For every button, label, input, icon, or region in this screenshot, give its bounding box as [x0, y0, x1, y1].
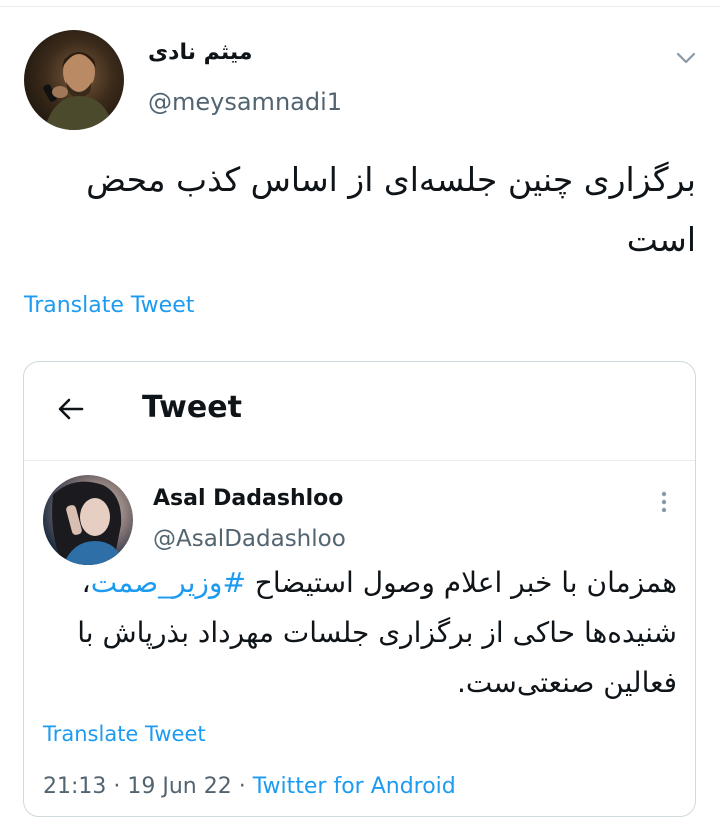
more-vertical-icon[interactable] [652, 488, 676, 516]
tweet-date[interactable]: 19 Jun 22 [127, 774, 231, 799]
tweet-time[interactable]: 21:13 [43, 774, 106, 799]
avatar-photo [43, 52, 114, 130]
top-divider [0, 6, 720, 7]
card-header: Tweet [24, 362, 695, 461]
quoted-avatar-photo [52, 481, 125, 565]
quoted-tweet-card[interactable]: Tweet Asal Dadashloo @AsalDadashloo همزم… [23, 361, 696, 817]
quoted-text-part-1: همزمان با خبر اعلام وصول استیضاح [245, 566, 677, 599]
arrow-left-icon[interactable] [56, 394, 86, 424]
avatar[interactable] [24, 30, 124, 130]
quoted-tweet-text: همزمان با خبر اعلام وصول استیضاح #وزیر_ص… [37, 558, 677, 708]
quoted-translate-tweet-link[interactable]: Translate Tweet [43, 722, 206, 746]
quoted-avatar[interactable] [43, 475, 133, 565]
tweet-metadata: 21:13 · 19 Jun 22 · Twitter for Android [43, 774, 456, 799]
translate-tweet-link[interactable]: Translate Tweet [24, 293, 194, 318]
user-handle[interactable]: @meysamnadi1 [148, 88, 342, 116]
chevron-down-icon[interactable] [672, 44, 700, 72]
quoted-display-name[interactable]: Asal Dadashloo [153, 486, 343, 511]
display-name[interactable]: میثم نادی [148, 40, 252, 65]
hashtag-link[interactable]: #وزیر_صمت [91, 566, 246, 599]
meta-separator: · [231, 774, 253, 799]
tweet-text: برگزاری چنین جلسه‌ای از اساس کذب محض است [86, 160, 696, 259]
quoted-user-handle[interactable]: @AsalDadashloo [153, 526, 346, 552]
meta-separator: · [106, 774, 128, 799]
tweet-source[interactable]: Twitter for Android [253, 774, 456, 799]
card-title: Tweet [142, 390, 242, 425]
